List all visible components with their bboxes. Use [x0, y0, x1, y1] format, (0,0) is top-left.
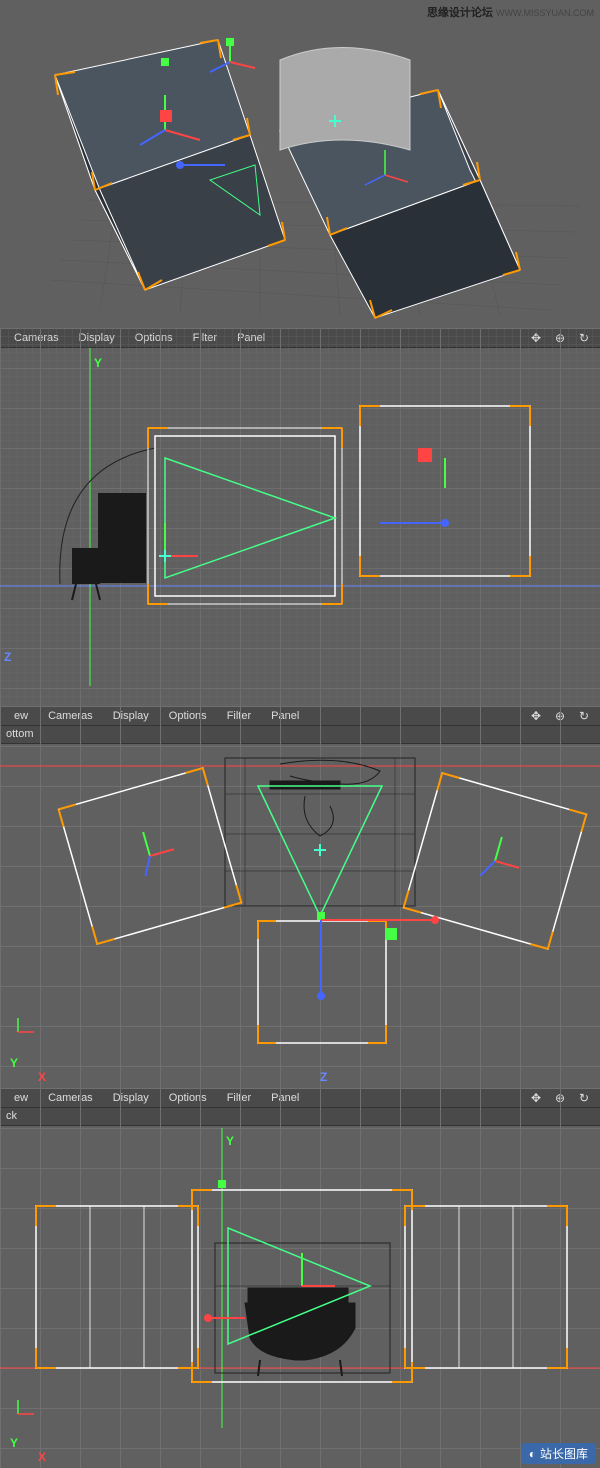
bottom-scene — [0, 706, 600, 1050]
viewport-perspective[interactable]: 思缘设计论坛 WWW.MISSYUAN.COM — [0, 0, 600, 328]
right-scene — [0, 328, 600, 686]
viewport-bottom[interactable]: ew Cameras Display Options Filter Panel … — [0, 706, 600, 1088]
axis-y-label: Y — [226, 1134, 234, 1148]
axis-y-label: Y — [10, 1056, 18, 1070]
viewport-right[interactable]: Cameras Display Options Filter Panel ✥ ⊕… — [0, 328, 600, 706]
perspective-scene — [0, 0, 600, 328]
axis-z-label: Z — [4, 650, 11, 664]
axis-y-mini: Y — [10, 1436, 18, 1450]
axis-x-mini: X — [38, 1450, 46, 1464]
viewport-back[interactable]: ew Cameras Display Options Filter Panel … — [0, 1088, 600, 1468]
watermark-bottom: ◐ 站长图库 — [521, 1443, 596, 1464]
logo-icon: ◐ — [529, 1447, 536, 1461]
axis-z-label: Z — [320, 1070, 327, 1084]
axis-x-label: X — [38, 1070, 46, 1084]
axis-y-label: Y — [94, 356, 102, 370]
back-scene — [0, 1088, 600, 1430]
